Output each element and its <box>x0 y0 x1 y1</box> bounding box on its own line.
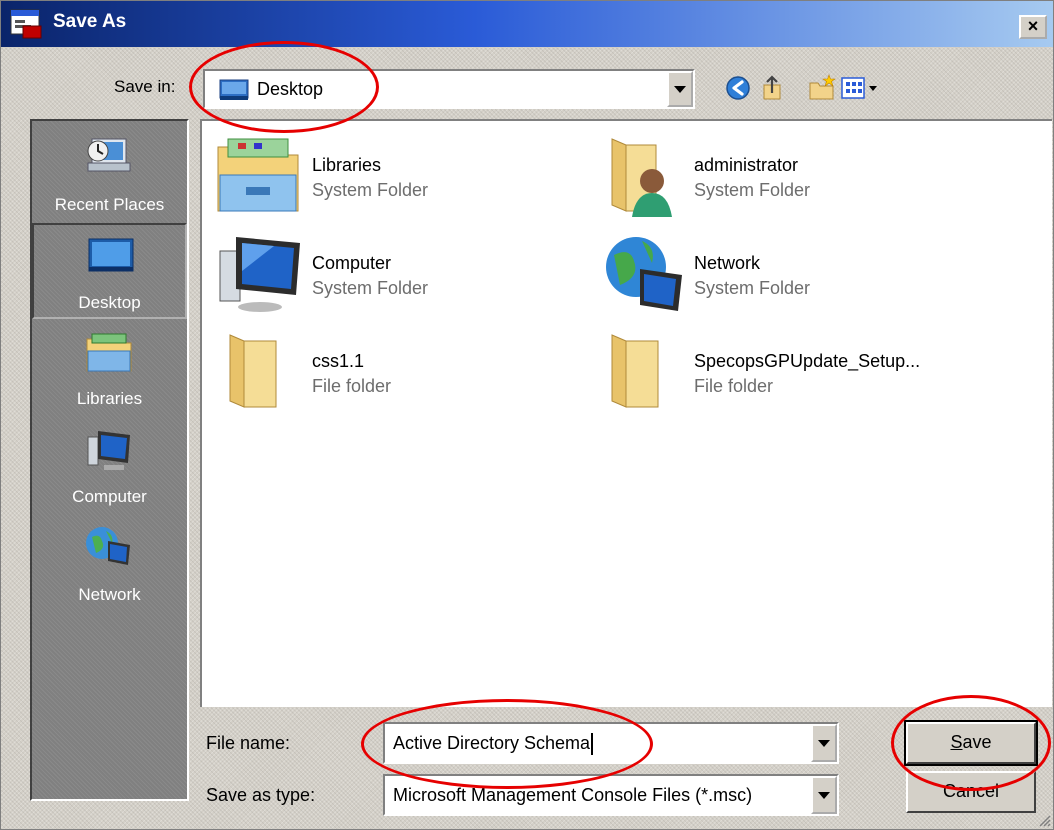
place-computer[interactable]: Computer <box>32 419 187 515</box>
views-menu-icon[interactable] <box>839 73 881 103</box>
list-item[interactable]: Computer System Folder <box>202 223 572 319</box>
cancel-button[interactable]: Cancel <box>906 771 1036 813</box>
chevron-down-icon <box>674 85 686 93</box>
places-bar: Recent Places Desktop Libraries Computer… <box>30 119 189 801</box>
place-label: Desktop <box>78 293 141 312</box>
save-in-label: Save in: <box>114 77 176 96</box>
file-name-dropdown-arrow[interactable] <box>811 724 837 762</box>
list-item[interactable]: css1.1 File folder <box>202 321 572 417</box>
back-icon[interactable] <box>723 73 753 103</box>
list-item[interactable]: SpecopsGPUpdate_Setup... File folder <box>584 321 1044 417</box>
close-icon: × <box>1027 16 1039 36</box>
file-name: administrator <box>694 155 799 175</box>
computer-icon <box>219 237 300 312</box>
file-name: Libraries <box>312 155 382 175</box>
file-type: System Folder <box>312 278 429 298</box>
save-as-type-dropdown[interactable]: Microsoft Management Console Files (*.ms… <box>383 774 839 816</box>
place-recent-places[interactable]: Recent Places <box>32 127 187 223</box>
place-network[interactable]: Network <box>32 517 187 613</box>
window-title: Save As <box>53 11 127 32</box>
file-name-input[interactable]: Active Directory Schema <box>383 722 839 764</box>
save-as-type-value: Microsoft Management Console Files (*.ms… <box>393 785 753 805</box>
file-type: System Folder <box>694 278 811 298</box>
up-folder-icon[interactable] <box>758 73 788 103</box>
file-name: Computer <box>312 253 392 273</box>
new-folder-icon[interactable] <box>807 73 837 103</box>
file-type: System Folder <box>312 180 429 200</box>
file-name: Network <box>694 253 761 273</box>
save-as-dialog: Save As × Save in: Desktop Recent Places… <box>0 0 1054 830</box>
chevron-down-icon <box>818 791 830 799</box>
user-folder-icon <box>611 138 672 217</box>
place-desktop[interactable]: Desktop <box>32 223 187 319</box>
save-label: ave <box>962 732 992 752</box>
title-bar[interactable]: Save As × <box>1 1 1053 47</box>
place-label: Computer <box>72 487 147 506</box>
save-in-dropdown[interactable]: Desktop <box>203 69 695 109</box>
file-type: File folder <box>312 376 392 396</box>
place-label: Network <box>78 585 141 604</box>
libraries-folder-icon <box>217 138 299 212</box>
file-name-label: File name: <box>206 733 291 753</box>
desktop-icon <box>219 79 249 100</box>
folder-icon <box>611 334 659 408</box>
text-caret <box>591 733 594 756</box>
desktop-icon <box>88 238 134 272</box>
network-icon <box>606 237 682 311</box>
save-in-value: Desktop <box>257 79 324 99</box>
resize-grip-icon[interactable] <box>1035 811 1051 827</box>
file-name: css1.1 <box>312 351 365 371</box>
network-icon <box>86 527 130 565</box>
save-button[interactable]: Save <box>904 720 1038 766</box>
place-libraries[interactable]: Libraries <box>32 321 187 417</box>
file-list[interactable]: Libraries System Folder administrator Sy… <box>200 119 1052 707</box>
save-as-type-label: Save as type: <box>206 785 316 805</box>
recent-places-icon <box>87 138 131 172</box>
close-button[interactable]: × <box>1019 15 1047 39</box>
save-as-type-dropdown-arrow[interactable] <box>811 776 837 814</box>
mmc-app-icon <box>10 9 42 39</box>
folder-icon <box>229 334 277 408</box>
chevron-down-icon <box>818 739 830 747</box>
place-label: Libraries <box>76 389 143 408</box>
file-name: SpecopsGPUpdate_Setup... <box>694 351 921 371</box>
file-name-value: Active Directory Schema <box>393 733 591 753</box>
list-item[interactable]: Libraries System Folder <box>202 125 572 221</box>
save-in-dropdown-arrow[interactable] <box>667 71 693 107</box>
computer-icon <box>87 431 130 470</box>
place-label: Recent Places <box>54 195 165 214</box>
file-type: System Folder <box>694 180 811 200</box>
list-item[interactable]: Network System Folder <box>584 223 954 319</box>
list-item[interactable]: administrator System Folder <box>584 125 954 221</box>
libraries-icon <box>86 333 132 372</box>
save-accelerator: S <box>950 732 963 752</box>
file-type: File folder <box>694 376 774 396</box>
